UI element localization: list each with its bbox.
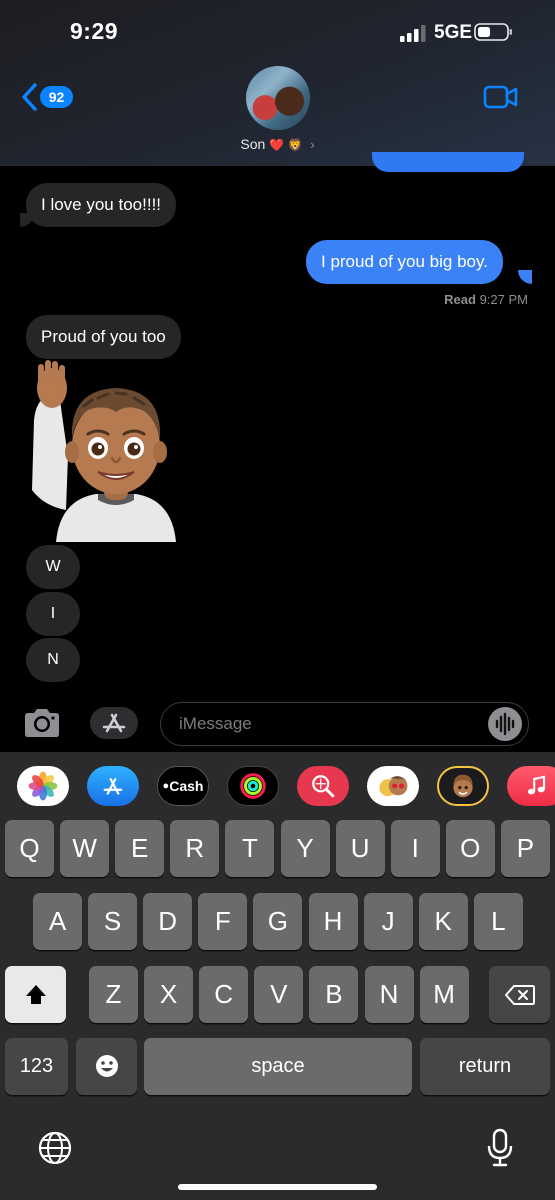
key-p[interactable]: P <box>500 820 550 877</box>
photos-icon <box>28 771 58 801</box>
message-bubble-received[interactable]: I love you too!!!! <box>26 183 177 227</box>
numbers-key[interactable]: 123 <box>5 1038 68 1095</box>
delete-backward-icon <box>504 985 535 1005</box>
key-r[interactable]: R <box>170 820 220 877</box>
message-bubble-received[interactable]: N <box>26 638 80 682</box>
return-key[interactable]: return <box>420 1038 550 1095</box>
message-bubble-received[interactable]: I <box>26 592 80 636</box>
emoji-face-icon <box>95 1055 118 1077</box>
video-call-icon[interactable] <box>483 84 519 110</box>
back-chevron-icon[interactable] <box>20 82 38 112</box>
image-search-icon[interactable] <box>297 766 349 806</box>
key-s[interactable]: S <box>88 893 138 950</box>
message-bubble-received[interactable]: Proud of you too <box>26 315 181 359</box>
contact-name-row[interactable]: Son ❤️ 🦁 › <box>0 136 555 152</box>
backspace-key[interactable] <box>489 966 550 1023</box>
contact-emojis: ❤️ 🦁 <box>269 138 303 152</box>
read-time: 9:27 PM <box>479 292 528 307</box>
message-bubble-sent[interactable]: I proud of you big boy. <box>306 240 503 284</box>
cellular-signal-icon <box>400 25 426 42</box>
key-v[interactable]: V <box>254 966 304 1023</box>
app-store-glyph-icon <box>103 778 123 795</box>
message-bubble-received[interactable]: W <box>26 545 80 589</box>
contact-name: Son <box>240 136 266 152</box>
memoji-faces-icon <box>379 776 408 797</box>
bubble-tail <box>518 270 532 284</box>
apple-logo-icon: ● <box>162 780 170 792</box>
key-t[interactable]: T <box>225 820 275 877</box>
shift-arrow-icon <box>25 985 46 1004</box>
magnifier-globe-icon <box>312 775 335 798</box>
waveform-icon <box>495 712 515 736</box>
key-o[interactable]: O <box>445 820 495 877</box>
emoji-key[interactable] <box>76 1038 137 1095</box>
battery-icon <box>474 23 512 41</box>
key-u[interactable]: U <box>335 820 385 877</box>
memoji-waving-sticker[interactable] <box>26 360 176 542</box>
message-input[interactable]: iMessage <box>160 702 529 746</box>
key-z[interactable]: Z <box>89 966 138 1023</box>
chevron-right-icon: › <box>310 137 315 152</box>
key-g[interactable]: G <box>253 893 303 950</box>
key-e[interactable]: E <box>115 820 165 877</box>
globe-icon[interactable] <box>37 1130 73 1166</box>
activity-icon[interactable] <box>227 766 279 806</box>
keyboard: Q W E R T Y U I O P A S D F G H J K L Z X C V B N M 123 space return <box>0 818 555 1200</box>
apple-cash-label: Cash <box>169 778 204 794</box>
music-note-icon <box>527 775 546 795</box>
space-key[interactable]: space <box>144 1038 412 1095</box>
key-j[interactable]: J <box>363 893 413 950</box>
key-y[interactable]: Y <box>280 820 330 877</box>
key-a[interactable]: A <box>33 893 82 950</box>
home-indicator <box>178 1184 377 1190</box>
app-store-icon <box>102 713 126 733</box>
status-time: 9:29 <box>70 18 119 44</box>
contact-avatar[interactable] <box>246 66 310 130</box>
key-w[interactable]: W <box>60 820 110 877</box>
read-label: Read <box>444 292 476 307</box>
key-n[interactable]: N <box>364 966 414 1023</box>
key-f[interactable]: F <box>198 893 248 950</box>
key-i[interactable]: I <box>390 820 440 877</box>
photos-app-icon[interactable] <box>17 766 69 806</box>
animoji-icon[interactable] <box>437 766 489 806</box>
key-h[interactable]: H <box>308 893 358 950</box>
imessage-app-drawer: ● Cash <box>0 752 555 818</box>
network-type: 5GE <box>434 22 473 43</box>
activity-rings-icon <box>240 773 266 799</box>
memoji-stickers-icon[interactable] <box>367 766 419 806</box>
unread-count-badge[interactable]: 92 <box>40 86 73 108</box>
bubble-tail <box>20 213 34 227</box>
key-m[interactable]: M <box>419 966 469 1023</box>
key-k[interactable]: K <box>418 893 468 950</box>
shift-key[interactable] <box>5 966 66 1023</box>
app-store-drawer-button[interactable] <box>90 707 138 739</box>
key-d[interactable]: D <box>143 893 193 950</box>
apple-cash-icon[interactable]: ● Cash <box>157 766 209 806</box>
animoji-face-icon <box>453 774 473 798</box>
key-c[interactable]: C <box>199 966 249 1023</box>
audio-message-button[interactable] <box>488 707 522 741</box>
key-l[interactable]: L <box>473 893 523 950</box>
read-receipt: Read 9:27 PM <box>444 292 528 307</box>
music-icon[interactable] <box>507 766 555 806</box>
dictation-mic-icon[interactable] <box>486 1128 514 1168</box>
camera-icon[interactable] <box>22 707 62 739</box>
partial-sent-bubble <box>372 152 524 172</box>
app-store-icon[interactable] <box>87 766 139 806</box>
key-x[interactable]: X <box>144 966 194 1023</box>
key-q[interactable]: Q <box>5 820 54 877</box>
key-b[interactable]: B <box>309 966 359 1023</box>
